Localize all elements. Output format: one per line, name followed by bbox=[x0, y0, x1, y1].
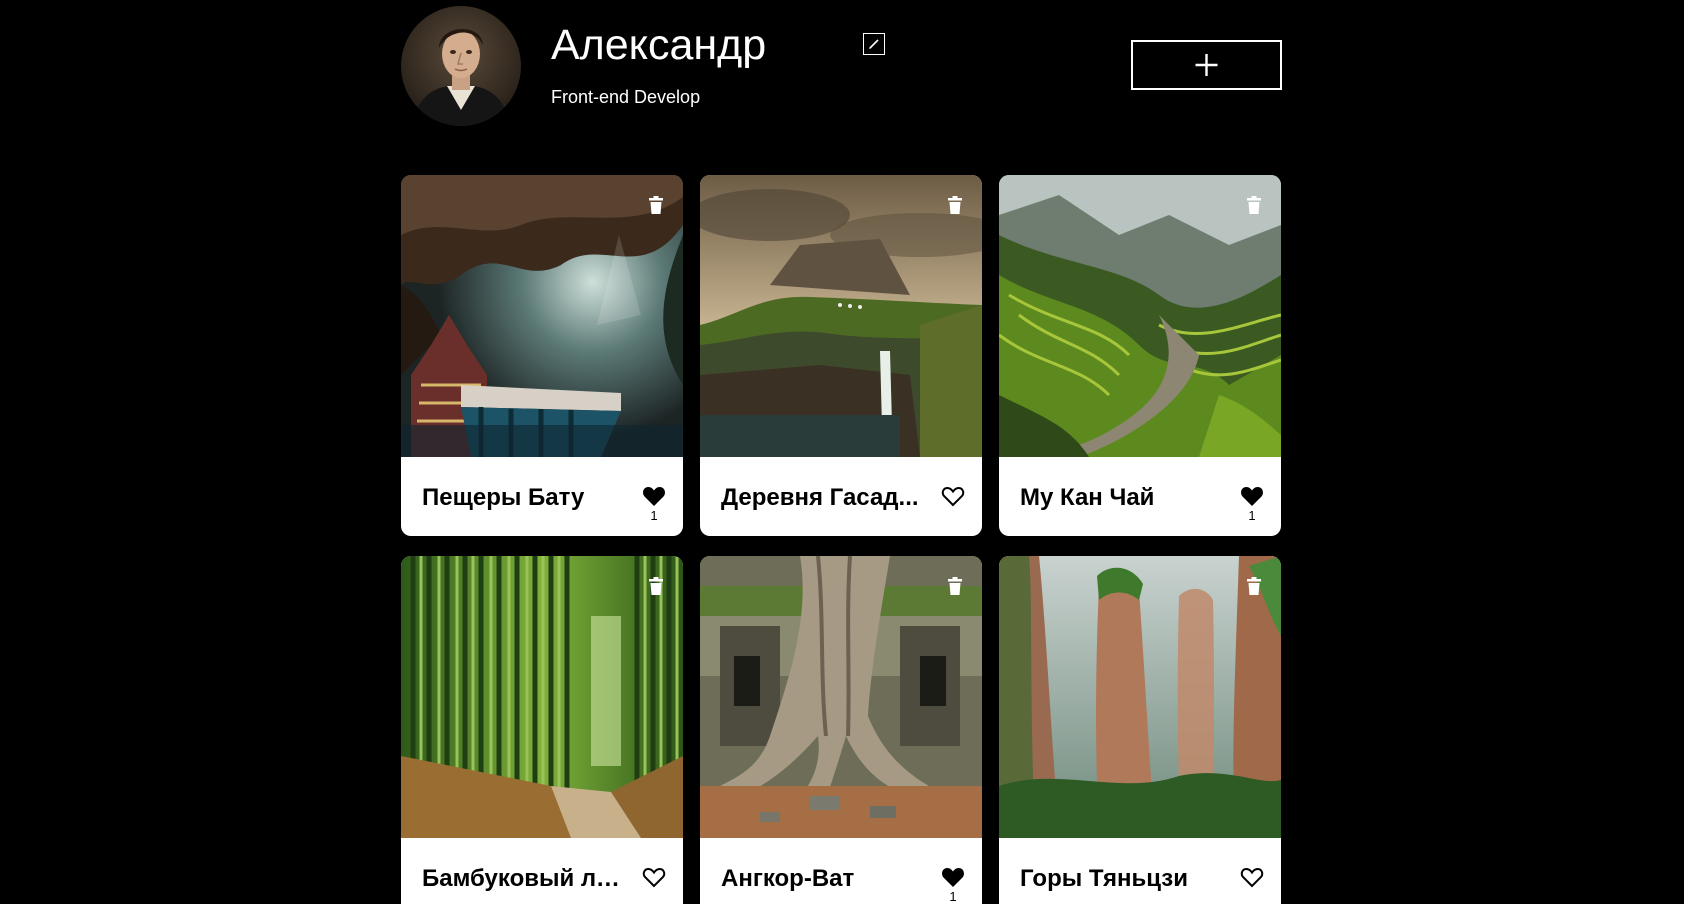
angkor-wat-photo bbox=[700, 556, 982, 838]
like-group: 1 bbox=[940, 866, 966, 904]
tianzi-mountains-photo bbox=[999, 556, 1281, 838]
card-footer: Горы Тяньцзи bbox=[999, 838, 1281, 904]
like-group bbox=[940, 485, 966, 525]
avatar[interactable] bbox=[401, 6, 521, 126]
card-title: Бамбуковый лес bbox=[422, 865, 622, 892]
profile: Александр Front-end Develop bbox=[401, 6, 1282, 126]
heart-filled-icon[interactable] bbox=[1240, 485, 1264, 507]
card-footer: Бамбуковый лес bbox=[401, 838, 683, 904]
heart-outline-icon[interactable] bbox=[642, 866, 666, 888]
like-count: 1 bbox=[949, 889, 957, 904]
card-image[interactable] bbox=[401, 556, 683, 838]
card: Бамбуковый лес bbox=[401, 556, 683, 904]
trash-icon bbox=[948, 196, 962, 214]
trash-icon bbox=[1247, 196, 1261, 214]
card-title: Му Кан Чай bbox=[1020, 484, 1155, 511]
card-title: Горы Тяньцзи bbox=[1020, 865, 1188, 892]
card: Горы Тяньцзи bbox=[999, 556, 1281, 904]
delete-button[interactable] bbox=[1244, 195, 1264, 215]
card-title: Ангкор-Ват bbox=[721, 865, 855, 892]
card-title: Деревня Гасад... bbox=[721, 484, 919, 511]
trash-icon bbox=[649, 196, 663, 214]
add-card-button[interactable] bbox=[1131, 40, 1282, 90]
delete-button[interactable] bbox=[945, 576, 965, 596]
cave-photo bbox=[401, 175, 683, 457]
bamboo-forest-photo bbox=[401, 556, 683, 838]
delete-button[interactable] bbox=[1244, 576, 1264, 596]
card: Му Кан Чай 1 bbox=[999, 175, 1281, 536]
like-group bbox=[641, 866, 667, 904]
cliff-village-photo bbox=[700, 175, 982, 457]
delete-button[interactable] bbox=[945, 195, 965, 215]
delete-button[interactable] bbox=[646, 576, 666, 596]
card-footer: Ангкор-Ват 1 bbox=[700, 838, 982, 904]
card-image[interactable] bbox=[700, 556, 982, 838]
like-group: 1 bbox=[1239, 485, 1265, 525]
pencil-icon bbox=[869, 39, 879, 49]
like-group: 1 bbox=[641, 485, 667, 525]
card: Ангкор-Ват 1 bbox=[700, 556, 982, 904]
like-count: 1 bbox=[1248, 508, 1256, 523]
delete-button[interactable] bbox=[646, 195, 666, 215]
card-image[interactable] bbox=[999, 175, 1281, 457]
heart-filled-icon[interactable] bbox=[642, 485, 666, 507]
card-image[interactable] bbox=[401, 175, 683, 457]
trash-icon bbox=[948, 577, 962, 595]
card: Пещеры Бату 1 bbox=[401, 175, 683, 536]
edit-profile-button[interactable] bbox=[863, 33, 885, 55]
card-image[interactable] bbox=[999, 556, 1281, 838]
card-footer: Му Кан Чай 1 bbox=[999, 457, 1281, 536]
heart-outline-icon[interactable] bbox=[941, 485, 965, 507]
card: Деревня Гасад... bbox=[700, 175, 982, 536]
like-group bbox=[1239, 866, 1265, 904]
card-footer: Пещеры Бату 1 bbox=[401, 457, 683, 536]
profile-name: Александр bbox=[551, 21, 767, 69]
rice-terraces-photo bbox=[999, 175, 1281, 457]
card-title: Пещеры Бату bbox=[422, 484, 585, 511]
plus-icon bbox=[1195, 54, 1218, 76]
card-footer: Деревня Гасад... bbox=[700, 457, 982, 536]
avatar-portrait bbox=[401, 6, 521, 126]
heart-filled-icon[interactable] bbox=[941, 866, 965, 888]
like-count: 1 bbox=[650, 508, 658, 523]
profile-about: Front-end Develop bbox=[551, 87, 701, 107]
card-image[interactable] bbox=[700, 175, 982, 457]
trash-icon bbox=[1247, 577, 1261, 595]
trash-icon bbox=[649, 577, 663, 595]
page: Александр Front-end Develop Пещеры Бату … bbox=[0, 0, 1684, 904]
heart-outline-icon[interactable] bbox=[1240, 866, 1264, 888]
